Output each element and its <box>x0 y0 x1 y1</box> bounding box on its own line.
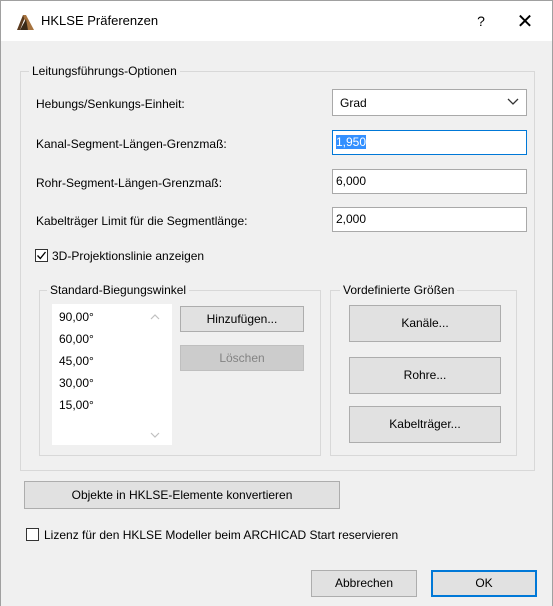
projection-checkbox[interactable] <box>35 249 48 262</box>
list-item[interactable]: 90,00° <box>59 310 94 324</box>
archicad-logo-icon <box>17 15 34 30</box>
delete-angle-label: Löschen <box>219 351 265 365</box>
pipe-limit-input[interactable]: 6,000 <box>332 169 527 194</box>
cable-limit-input[interactable]: 2,000 <box>332 207 527 232</box>
cable-limit-value: 2,000 <box>336 212 367 226</box>
add-angle-button[interactable]: Hinzufügen... <box>180 306 304 332</box>
ducts-label: Kanäle... <box>401 316 449 330</box>
projection-label[interactable]: 3D-Projektionslinie anzeigen <box>52 249 204 263</box>
close-button[interactable]: ✕ <box>513 9 537 33</box>
elevation-unit-select[interactable]: Grad <box>332 89 527 116</box>
list-item[interactable]: 45,00° <box>59 354 94 368</box>
predefined-sizes-title: Vordefinierte Größen <box>340 283 458 297</box>
list-item[interactable]: 30,00° <box>59 376 94 390</box>
title-bar: HKLSE Präferenzen ? ✕ <box>1 1 552 41</box>
cable-trays-button[interactable]: Kabelträger... <box>349 406 501 443</box>
pipe-limit-label: Rohr-Segment-Längen-Grenzmaß: <box>36 176 223 190</box>
convert-objects-label: Objekte in HKLSE-Elemente konvertieren <box>71 488 293 502</box>
duct-limit-value: 1,950 <box>336 135 367 149</box>
license-label[interactable]: Lizenz für den HKLSE Modeller beim ARCHI… <box>44 528 398 542</box>
scroll-up-icon[interactable] <box>149 311 161 323</box>
cable-trays-label: Kabelträger... <box>389 417 461 431</box>
cable-limit-label: Kabelträger Limit für die Segmentlänge: <box>36 214 248 228</box>
duct-limit-input[interactable]: 1,950 <box>332 130 527 155</box>
checkmark-icon <box>37 251 47 260</box>
window-title: HKLSE Präferenzen <box>41 13 159 28</box>
cancel-button[interactable]: Abbrechen <box>311 570 417 597</box>
ok-label: OK <box>475 576 493 590</box>
elevation-unit-value: Grad <box>340 96 367 110</box>
pipe-limit-value: 6,000 <box>336 174 367 188</box>
convert-objects-button[interactable]: Objekte in HKLSE-Elemente konvertieren <box>24 481 340 509</box>
cancel-label: Abbrechen <box>334 576 394 590</box>
preferences-dialog: HKLSE Präferenzen ? ✕ Leitungsführungs-O… <box>0 0 553 606</box>
chevron-down-icon <box>507 98 519 105</box>
delete-angle-button[interactable]: Löschen <box>180 345 304 371</box>
routing-options-title: Leitungsführungs-Optionen <box>29 64 180 78</box>
pipes-label: Rohre... <box>403 368 447 382</box>
help-button[interactable]: ? <box>471 11 491 31</box>
license-checkbox[interactable] <box>26 528 39 541</box>
ducts-button[interactable]: Kanäle... <box>349 305 501 342</box>
list-item[interactable]: 15,00° <box>59 398 94 412</box>
elevation-unit-label: Hebungs/Senkungs-Einheit: <box>36 97 185 111</box>
scroll-down-icon[interactable] <box>149 429 161 441</box>
list-item[interactable]: 60,00° <box>59 332 94 346</box>
duct-limit-label: Kanal-Segment-Längen-Grenzmaß: <box>36 137 227 151</box>
bend-angles-list[interactable]: 90,00° 60,00° 45,00° 30,00° 15,00° <box>52 304 172 445</box>
dialog-footer: Abbrechen OK <box>1 556 552 606</box>
ok-button[interactable]: OK <box>431 570 537 597</box>
bend-angles-title: Standard-Biegungswinkel <box>47 283 190 297</box>
add-angle-label: Hinzufügen... <box>206 312 278 326</box>
pipes-button[interactable]: Rohre... <box>349 357 501 394</box>
